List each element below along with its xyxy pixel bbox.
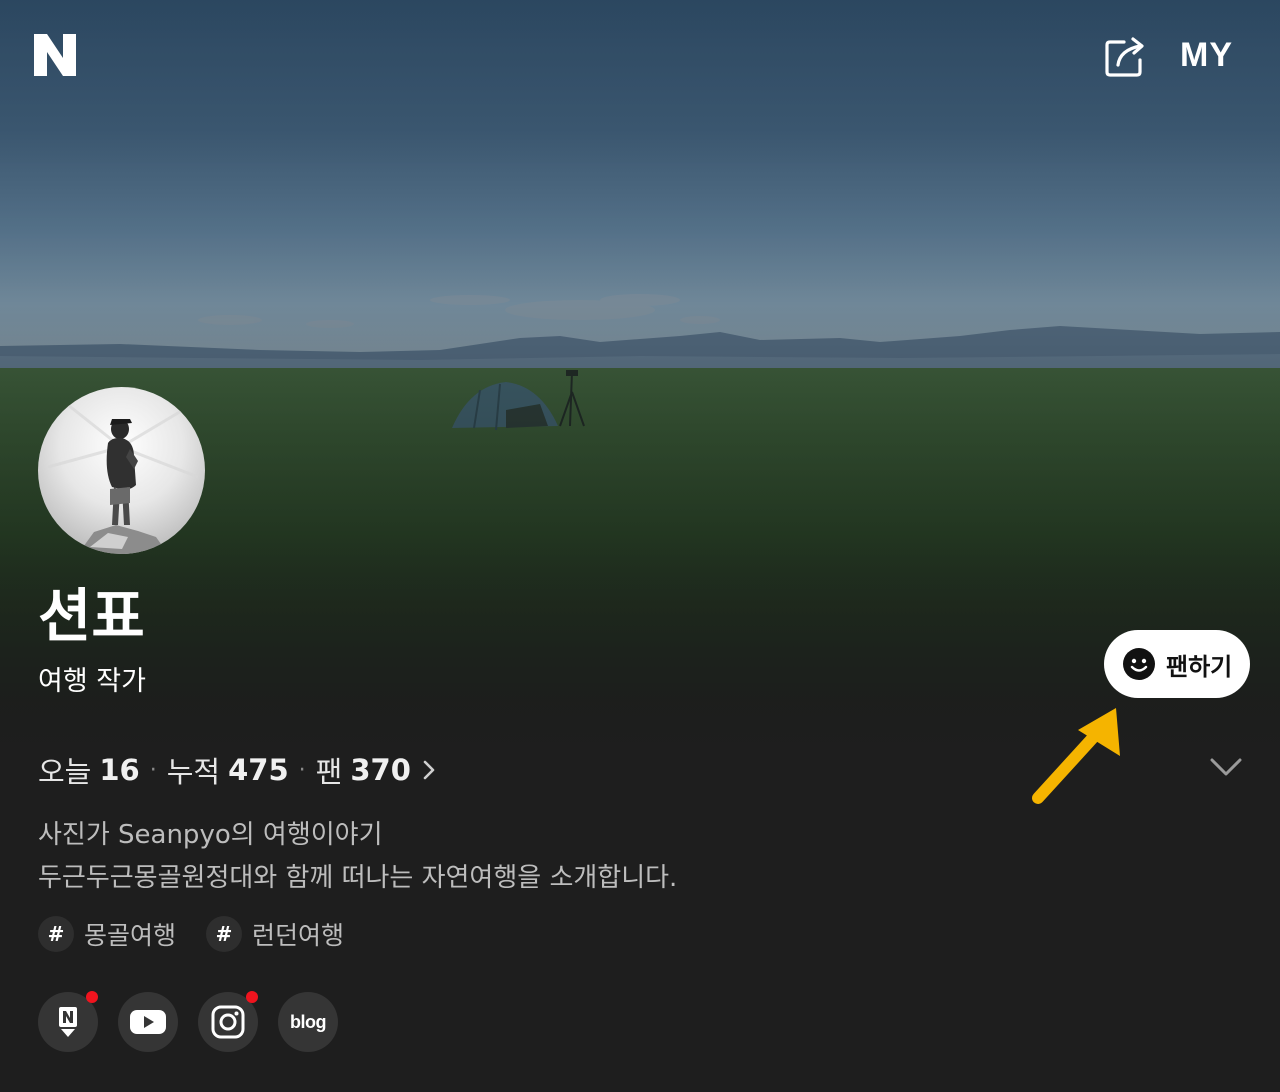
tag-item[interactable]: # 몽골여행: [38, 916, 176, 952]
hero-gradient: [0, 0, 1280, 760]
instagram-button[interactable]: [198, 991, 258, 1052]
youtube-icon: [130, 1010, 166, 1034]
hash-icon: #: [38, 916, 74, 952]
smile-icon: [1123, 648, 1155, 680]
hash-icon: #: [206, 916, 243, 952]
stat-total-value: 475: [228, 753, 289, 787]
chevron-right-icon[interactable]: [421, 758, 437, 782]
tag-list: # 몽골여행 # 런던여행: [38, 916, 344, 952]
profile-role: 여행 작가: [38, 666, 146, 697]
description-line: 사진가 Seanpyo의 여행이야기: [38, 820, 383, 850]
annotation-arrow-icon: [1032, 708, 1120, 804]
stat-separator: ·: [149, 757, 157, 783]
stat-fans-label: 팬: [315, 755, 343, 789]
stat-fans-value: 370: [350, 753, 411, 787]
stat-today-label: 오늘: [38, 755, 92, 789]
stat-separator: ·: [298, 757, 306, 783]
notification-badge: [246, 991, 258, 1003]
fan-button-label: 팬하기: [1166, 652, 1233, 681]
my-button[interactable]: MY: [1180, 36, 1233, 80]
naver-post-icon: [59, 1007, 77, 1037]
description-line: 두근두근몽골원정대와 함께 떠나는 자연여행을 소개합니다.: [38, 863, 678, 893]
hero-background: [0, 0, 1280, 760]
tag-label: 런던여행: [252, 921, 345, 950]
tag-label: 몽골여행: [84, 921, 177, 950]
stat-today-value: 16: [99, 753, 140, 787]
blog-icon: blog: [290, 1011, 327, 1032]
notification-badge: [86, 991, 98, 1003]
fan-button[interactable]: 팬하기: [1104, 630, 1250, 698]
profile-description: 사진가 Seanpyo의 여행이야기 두근두근몽골원정대와 함께 떠나는 자연여…: [38, 814, 677, 900]
share-icon[interactable]: [1100, 32, 1152, 84]
avatar-photo: [47, 395, 199, 554]
chevron-down-icon[interactable]: [1208, 754, 1244, 780]
stat-total-label: 누적: [166, 755, 221, 789]
social-links: blog: [38, 991, 338, 1052]
blog-button[interactable]: blog: [278, 992, 338, 1052]
visitor-stats[interactable]: 오늘 16 · 누적 475 · 팬 370: [38, 750, 437, 790]
tag-item[interactable]: # 런던여행: [206, 916, 344, 952]
youtube-button[interactable]: [118, 992, 178, 1052]
instagram-icon: [211, 1005, 245, 1039]
naver-post-button[interactable]: [38, 991, 98, 1052]
profile-avatar[interactable]: [38, 387, 205, 554]
naver-logo[interactable]: [32, 30, 78, 80]
profile-name: 션표: [38, 582, 145, 650]
